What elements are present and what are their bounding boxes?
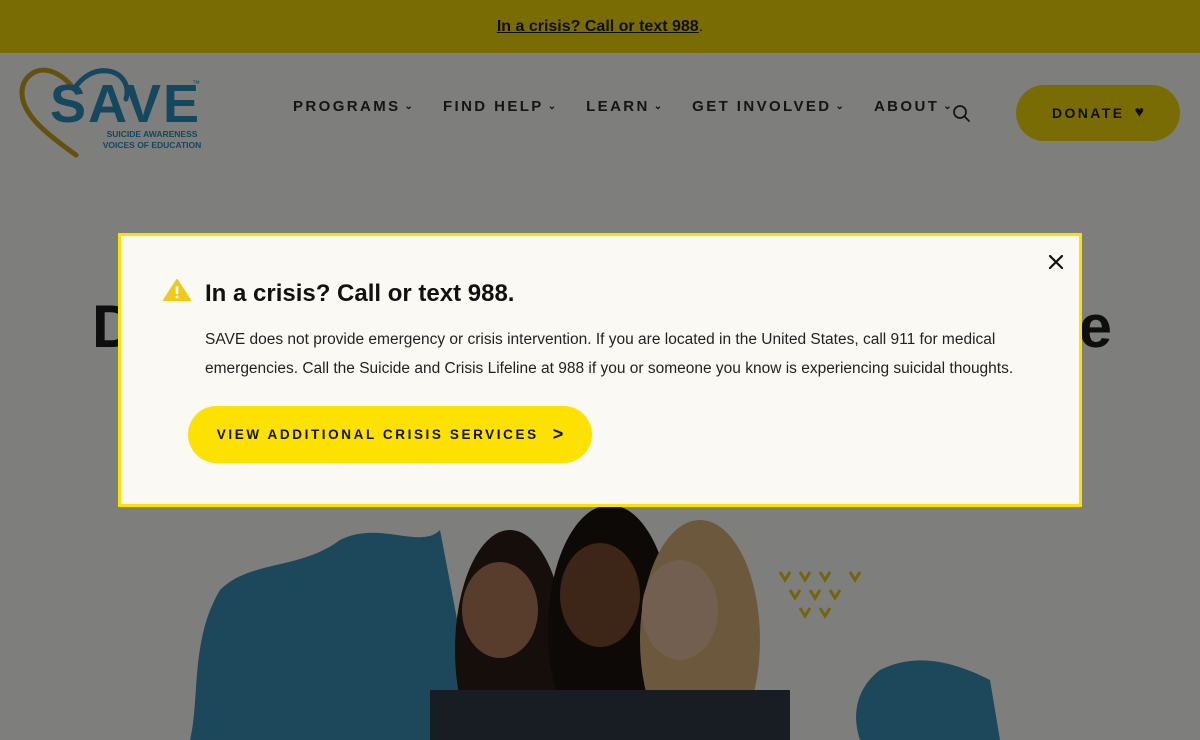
arrow-right-icon: > xyxy=(552,424,564,444)
button-label: VIEW ADDITIONAL CRISIS SERVICES xyxy=(216,427,539,442)
close-icon[interactable] xyxy=(1044,250,1068,274)
modal-title: In a crisis? Call or text 988. xyxy=(205,280,515,307)
view-crisis-services-button[interactable]: VIEW ADDITIONAL CRISIS SERVICES > xyxy=(188,406,592,463)
modal-body: SAVE does not provide emergency or crisi… xyxy=(205,331,1014,377)
crisis-modal: In a crisis? Call or text 988. SAVE does… xyxy=(118,233,1082,507)
warning-icon xyxy=(163,279,191,301)
